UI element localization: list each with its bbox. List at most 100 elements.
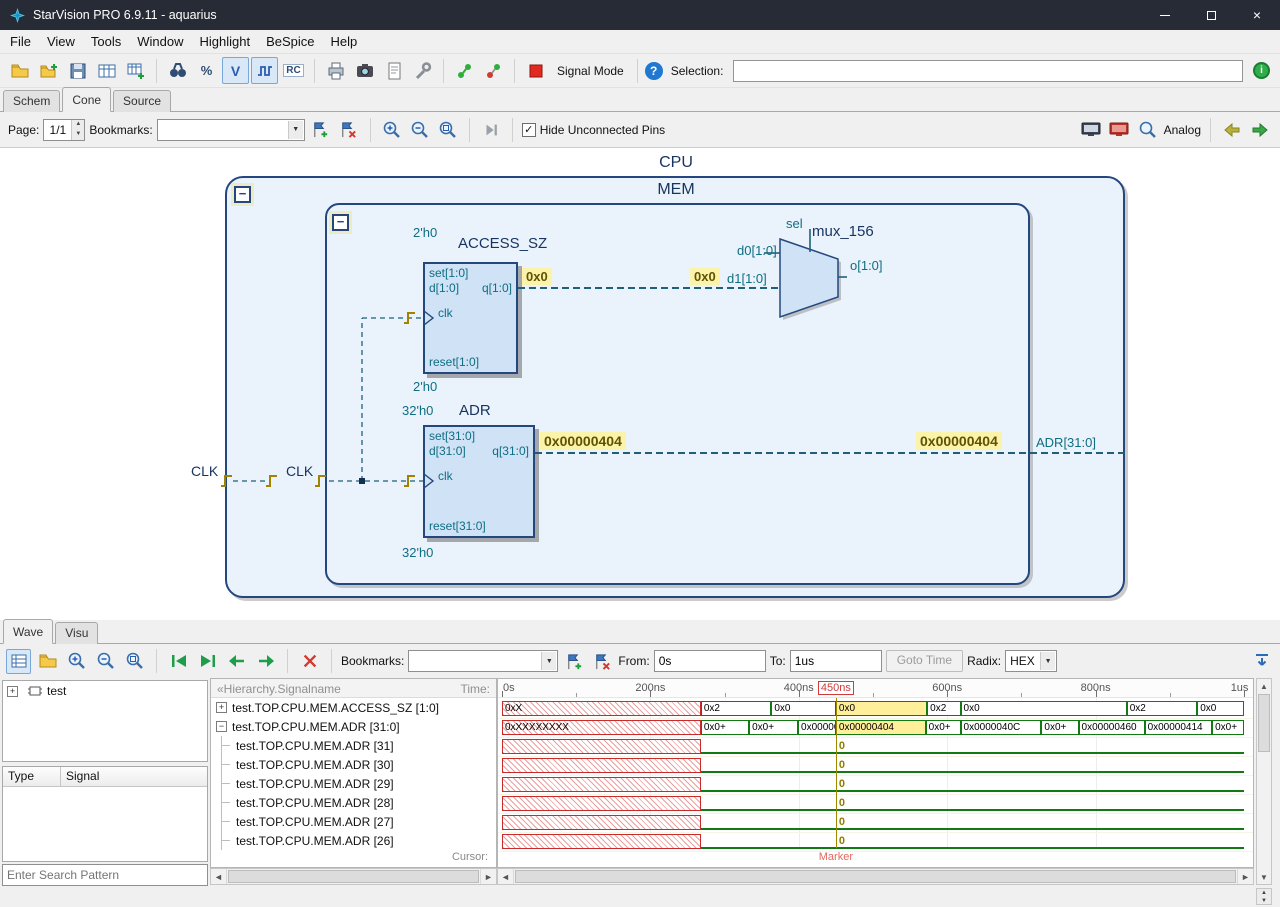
scroll-left-icon[interactable]: ◄: [211, 869, 227, 884]
wave-bookmark-delete-icon[interactable]: [590, 649, 614, 673]
signal-name-row[interactable]: +test.TOP.CPU.MEM.ACCESS_SZ [1:0]: [211, 698, 496, 717]
report-icon[interactable]: [380, 57, 407, 84]
hide-unconnected-checkbox[interactable]: ✓: [522, 123, 536, 137]
signal-name-row[interactable]: test.TOP.CPU.MEM.ADR [26]: [211, 831, 496, 850]
tab-visu[interactable]: Visu: [55, 622, 98, 644]
from-input[interactable]: [654, 650, 766, 672]
table-icon[interactable]: [93, 57, 120, 84]
screen-capture-red-icon[interactable]: [1108, 118, 1132, 142]
signal-list-toggle-icon[interactable]: [6, 649, 31, 674]
waveform-view-toggle-icon[interactable]: [251, 57, 278, 84]
menu-help[interactable]: Help: [323, 31, 366, 52]
dock-window-icon[interactable]: [1249, 649, 1274, 674]
collapse-icon[interactable]: −: [216, 721, 227, 732]
mux-d1-label[interactable]: d1[1:0]: [727, 271, 767, 286]
tree-item-test[interactable]: + test: [3, 681, 207, 701]
tab-schem[interactable]: Schem: [3, 90, 60, 112]
open-waveform-icon[interactable]: [35, 649, 60, 674]
table-add-icon[interactable]: [122, 57, 149, 84]
tab-cone[interactable]: Cone: [62, 87, 111, 112]
expand-icon[interactable]: +: [216, 702, 227, 713]
spinner-arrows-icon[interactable]: ▲▼: [71, 120, 84, 140]
adr-out-value-boundary[interactable]: 0x00000404: [916, 432, 1002, 450]
menu-file[interactable]: File: [2, 31, 39, 52]
signal-names-panel[interactable]: «Hierarchy.Signalname Time: +test.TOP.CP…: [210, 678, 497, 868]
row-height-spinner[interactable]: ▲▼: [1256, 888, 1272, 905]
open-folder-icon[interactable]: [6, 57, 33, 84]
zoom-out-icon[interactable]: [408, 118, 432, 142]
next-page-icon[interactable]: [1248, 118, 1272, 142]
previous-page-icon[interactable]: [1220, 118, 1244, 142]
next-edge-icon[interactable]: [253, 649, 278, 674]
bookmark-add-icon[interactable]: [309, 118, 333, 142]
percent-icon[interactable]: %: [193, 57, 220, 84]
expand-icon[interactable]: +: [7, 686, 18, 697]
waveform-panel[interactable]: 0xX0x20x00x00x20x00x20x00xXXXXXXXX0x0+0x…: [497, 678, 1254, 868]
signal-name-row[interactable]: test.TOP.CPU.MEM.ADR [27]: [211, 812, 496, 831]
previous-edge-icon[interactable]: [224, 649, 249, 674]
goto-start-icon[interactable]: [166, 649, 191, 674]
time-scale-header[interactable]: 0s200ns400ns600ns800ns1us: [498, 679, 1253, 698]
preferences-wrench-icon[interactable]: [409, 57, 436, 84]
scrollbar-thumb[interactable]: [1258, 694, 1270, 752]
collapse-mem-button[interactable]: −: [234, 186, 251, 203]
delete-signal-icon[interactable]: [297, 649, 322, 674]
clk-inner-label[interactable]: CLK: [286, 463, 313, 479]
mux-d0-label[interactable]: d0[1:0]: [737, 243, 777, 258]
wave-bookmarks-combo[interactable]: ▼: [408, 650, 558, 672]
adr-out-value[interactable]: 0x00000404: [540, 432, 626, 450]
adr-net-label[interactable]: ADR[31:0]: [1036, 435, 1096, 450]
collapse-inner-button[interactable]: −: [332, 214, 349, 231]
names-hscrollbar[interactable]: ◄ ►: [210, 868, 497, 885]
compare-icon[interactable]: [480, 57, 507, 84]
page-spinner[interactable]: 1/1 ▲▼: [43, 119, 85, 141]
scrollbar-track[interactable]: [1257, 753, 1271, 870]
signal-name-row[interactable]: test.TOP.CPU.MEM.ADR [28]: [211, 793, 496, 812]
zoom-select-icon[interactable]: [1136, 118, 1160, 142]
find-icon[interactable]: [164, 57, 191, 84]
menu-highlight[interactable]: Highlight: [192, 31, 259, 52]
design-tree-panel[interactable]: + test: [2, 680, 208, 762]
scroll-right-icon[interactable]: ►: [1237, 869, 1253, 884]
signal-name-row[interactable]: test.TOP.CPU.MEM.ADR [30]: [211, 755, 496, 774]
schematic-canvas[interactable]: CPU MEM − − set[1:0] d[1:0] q[1:0] clk r…: [0, 148, 1280, 620]
new-design-icon[interactable]: [35, 57, 62, 84]
menu-view[interactable]: View: [39, 31, 83, 52]
menu-tools[interactable]: Tools: [83, 31, 129, 52]
mux-sel-label[interactable]: sel: [786, 216, 803, 231]
column-header-signal[interactable]: Signal: [61, 767, 207, 787]
scrollbar-thumb[interactable]: [515, 870, 1236, 883]
bookmarks-combo[interactable]: ▼: [157, 119, 305, 141]
step-forward-icon[interactable]: [479, 118, 503, 142]
chevron-down-icon[interactable]: ▼: [1040, 652, 1055, 670]
access-out-value[interactable]: 0x0: [522, 268, 552, 285]
tab-wave[interactable]: Wave: [3, 619, 53, 644]
bookmark-delete-icon[interactable]: [337, 118, 361, 142]
chevron-down-icon[interactable]: ▼: [288, 121, 303, 139]
maximize-button[interactable]: [1188, 0, 1234, 30]
mux-shape[interactable]: [780, 239, 838, 317]
zoom-fit-icon[interactable]: [122, 649, 147, 674]
wave-vscrollbar[interactable]: ▲ ▼: [1256, 678, 1272, 885]
marker-line[interactable]: [836, 698, 837, 848]
signal-name-row[interactable]: test.TOP.CPU.MEM.ADR [29]: [211, 774, 496, 793]
clk-port-label[interactable]: CLK: [191, 463, 218, 479]
record-stop-icon[interactable]: [522, 57, 549, 84]
wave-hscrollbar[interactable]: ◄ ►: [497, 868, 1254, 885]
snapshot-icon[interactable]: [351, 57, 378, 84]
column-header-type[interactable]: Type: [3, 767, 61, 787]
spicevision-icon[interactable]: [451, 57, 478, 84]
signal-filter-panel[interactable]: Type Signal: [2, 766, 208, 862]
access-out-value-sink[interactable]: 0x0: [690, 268, 720, 285]
rc-view-icon[interactable]: RC: [280, 57, 307, 84]
zoom-in-icon[interactable]: [64, 649, 89, 674]
close-button[interactable]: ×: [1234, 0, 1280, 30]
goto-end-icon[interactable]: [195, 649, 220, 674]
scroll-left-icon[interactable]: ◄: [498, 869, 514, 884]
save-icon[interactable]: [64, 57, 91, 84]
screen-capture-icon[interactable]: [1080, 118, 1104, 142]
scroll-down-icon[interactable]: ▼: [1257, 870, 1271, 884]
verilog-view-toggle-icon[interactable]: V: [222, 57, 249, 84]
wave-bookmark-add-icon[interactable]: [562, 649, 586, 673]
help-icon[interactable]: ?: [645, 62, 663, 80]
